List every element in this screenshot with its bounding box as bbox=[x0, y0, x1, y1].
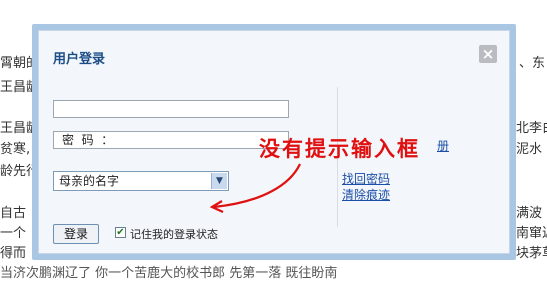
annotation-arrow bbox=[209, 163, 301, 214]
annotation-arrow-stroke bbox=[213, 163, 301, 209]
